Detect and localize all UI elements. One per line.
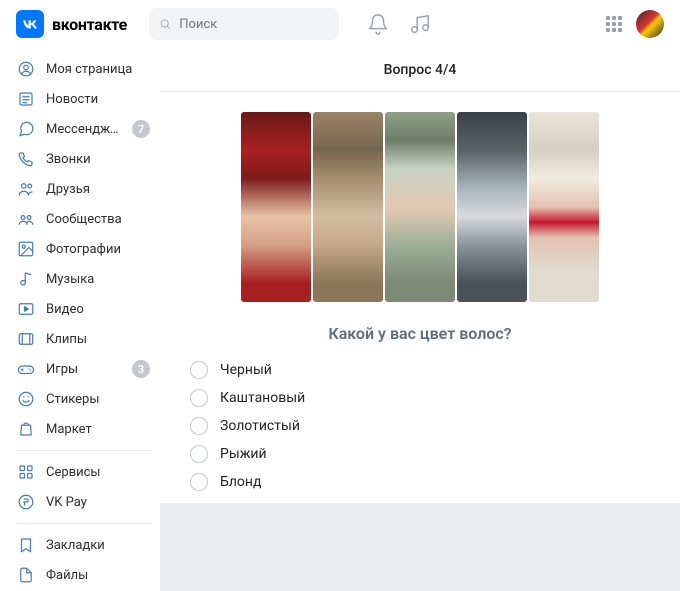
quiz-image — [188, 112, 652, 302]
sidebar-item[interactable]: Игры 3 — [12, 354, 156, 384]
sidebar-item[interactable]: Моя страница — [12, 54, 156, 84]
nav-label: Закладки — [46, 538, 105, 553]
nav-label: Файлы — [46, 568, 88, 583]
quiz-option[interactable]: Золотистый — [190, 417, 652, 435]
option-label: Рыжий — [220, 446, 267, 462]
sidebar-item[interactable]: Новости — [12, 84, 156, 114]
radio-icon — [190, 417, 208, 435]
video-icon — [16, 299, 36, 319]
apps-icon[interactable] — [606, 16, 622, 32]
logo[interactable]: вконтакте — [16, 10, 127, 38]
nav-label: Стикеры — [46, 392, 99, 407]
sidebar-item[interactable]: Сообщества — [12, 204, 156, 234]
option-label: Каштановый — [220, 390, 305, 406]
nav-label: Маркет — [46, 422, 92, 437]
radio-icon — [190, 389, 208, 407]
user-circle-icon — [16, 59, 36, 79]
badge: 3 — [132, 360, 150, 378]
phone-icon — [16, 149, 36, 169]
question-text: Какой у вас цвет волос? — [188, 324, 652, 343]
divider — [16, 523, 152, 524]
nav-label: Мессенджер — [46, 122, 122, 137]
search-input[interactable] — [179, 17, 329, 32]
quiz-option[interactable]: Черный — [190, 361, 652, 379]
nav-label: Моя страница — [46, 62, 132, 77]
nav-label: Клипы — [46, 332, 87, 347]
bookmark-icon — [16, 535, 36, 555]
smile-icon — [16, 389, 36, 409]
quiz-card: Вопрос 4/4 Какой у вас цвет волос? Черны… — [160, 48, 680, 503]
sidebar-item[interactable]: Мессенджер 7 — [12, 114, 156, 144]
sidebar-item[interactable]: Клипы — [12, 324, 156, 354]
sidebar-item[interactable]: Закладки — [12, 530, 156, 560]
option-label: Блонд — [220, 474, 261, 490]
sidebar-item[interactable]: Фотографии — [12, 234, 156, 264]
search-icon — [159, 17, 171, 31]
radio-icon — [190, 445, 208, 463]
nav-label: Музыка — [46, 272, 94, 287]
search-box[interactable] — [149, 8, 339, 40]
bag-icon — [16, 419, 36, 439]
top-header: вконтакте — [0, 0, 680, 48]
brand-text: вконтакте — [52, 15, 127, 34]
nav-label: Звонки — [46, 152, 91, 167]
nav-label: Сообщества — [46, 212, 122, 227]
user-avatar[interactable] — [636, 10, 664, 38]
clips-icon — [16, 329, 36, 349]
sidebar-item[interactable]: Файлы — [12, 560, 156, 590]
nav-label: Друзья — [46, 182, 90, 197]
photo-icon — [16, 239, 36, 259]
quiz-option[interactable]: Каштановый — [190, 389, 652, 407]
quiz-option[interactable]: Блонд — [190, 473, 652, 491]
nav-label: Новости — [46, 92, 98, 107]
nav-label: Сервисы — [46, 465, 101, 480]
services-icon — [16, 462, 36, 482]
radio-icon — [190, 361, 208, 379]
option-label: Золотистый — [220, 418, 300, 434]
pay-icon — [16, 492, 36, 512]
sidebar-item[interactable]: Стикеры — [12, 384, 156, 414]
sidebar-item[interactable]: Маркет — [12, 414, 156, 444]
sidebar-item[interactable]: VK Pay — [12, 487, 156, 517]
question-counter: Вопрос 4/4 — [160, 48, 680, 92]
sidebar: Моя страница Новости Мессенджер 7 Звонки Друз… — [0, 48, 160, 591]
file-icon — [16, 565, 36, 585]
option-label: Черный — [220, 362, 272, 378]
sidebar-item[interactable]: Друзья — [12, 174, 156, 204]
badge: 7 — [132, 120, 150, 138]
vk-logo-icon — [16, 10, 44, 38]
nav-label: Видео — [46, 302, 84, 317]
options-list: Черный Каштановый Золотистый Рыжий Блонд — [188, 361, 652, 491]
main-content: Вопрос 4/4 Какой у вас цвет волос? Черны… — [160, 48, 680, 591]
sidebar-item[interactable]: Видео — [12, 294, 156, 324]
nav-label: Игры — [46, 362, 78, 377]
music-note-icon — [16, 269, 36, 289]
nav-label: VK Pay — [46, 495, 87, 510]
game-icon — [16, 359, 36, 379]
bell-icon[interactable] — [367, 13, 389, 35]
music-icon[interactable] — [409, 13, 431, 35]
divider — [16, 450, 152, 451]
quiz-option[interactable]: Рыжий — [190, 445, 652, 463]
community-icon — [16, 209, 36, 229]
sidebar-item[interactable]: Музыка — [12, 264, 156, 294]
friends-icon — [16, 179, 36, 199]
radio-icon — [190, 473, 208, 491]
news-icon — [16, 89, 36, 109]
sidebar-item[interactable]: Сервисы — [12, 457, 156, 487]
nav-label: Фотографии — [46, 242, 121, 257]
chat-icon — [16, 119, 36, 139]
sidebar-item[interactable]: Звонки — [12, 144, 156, 174]
